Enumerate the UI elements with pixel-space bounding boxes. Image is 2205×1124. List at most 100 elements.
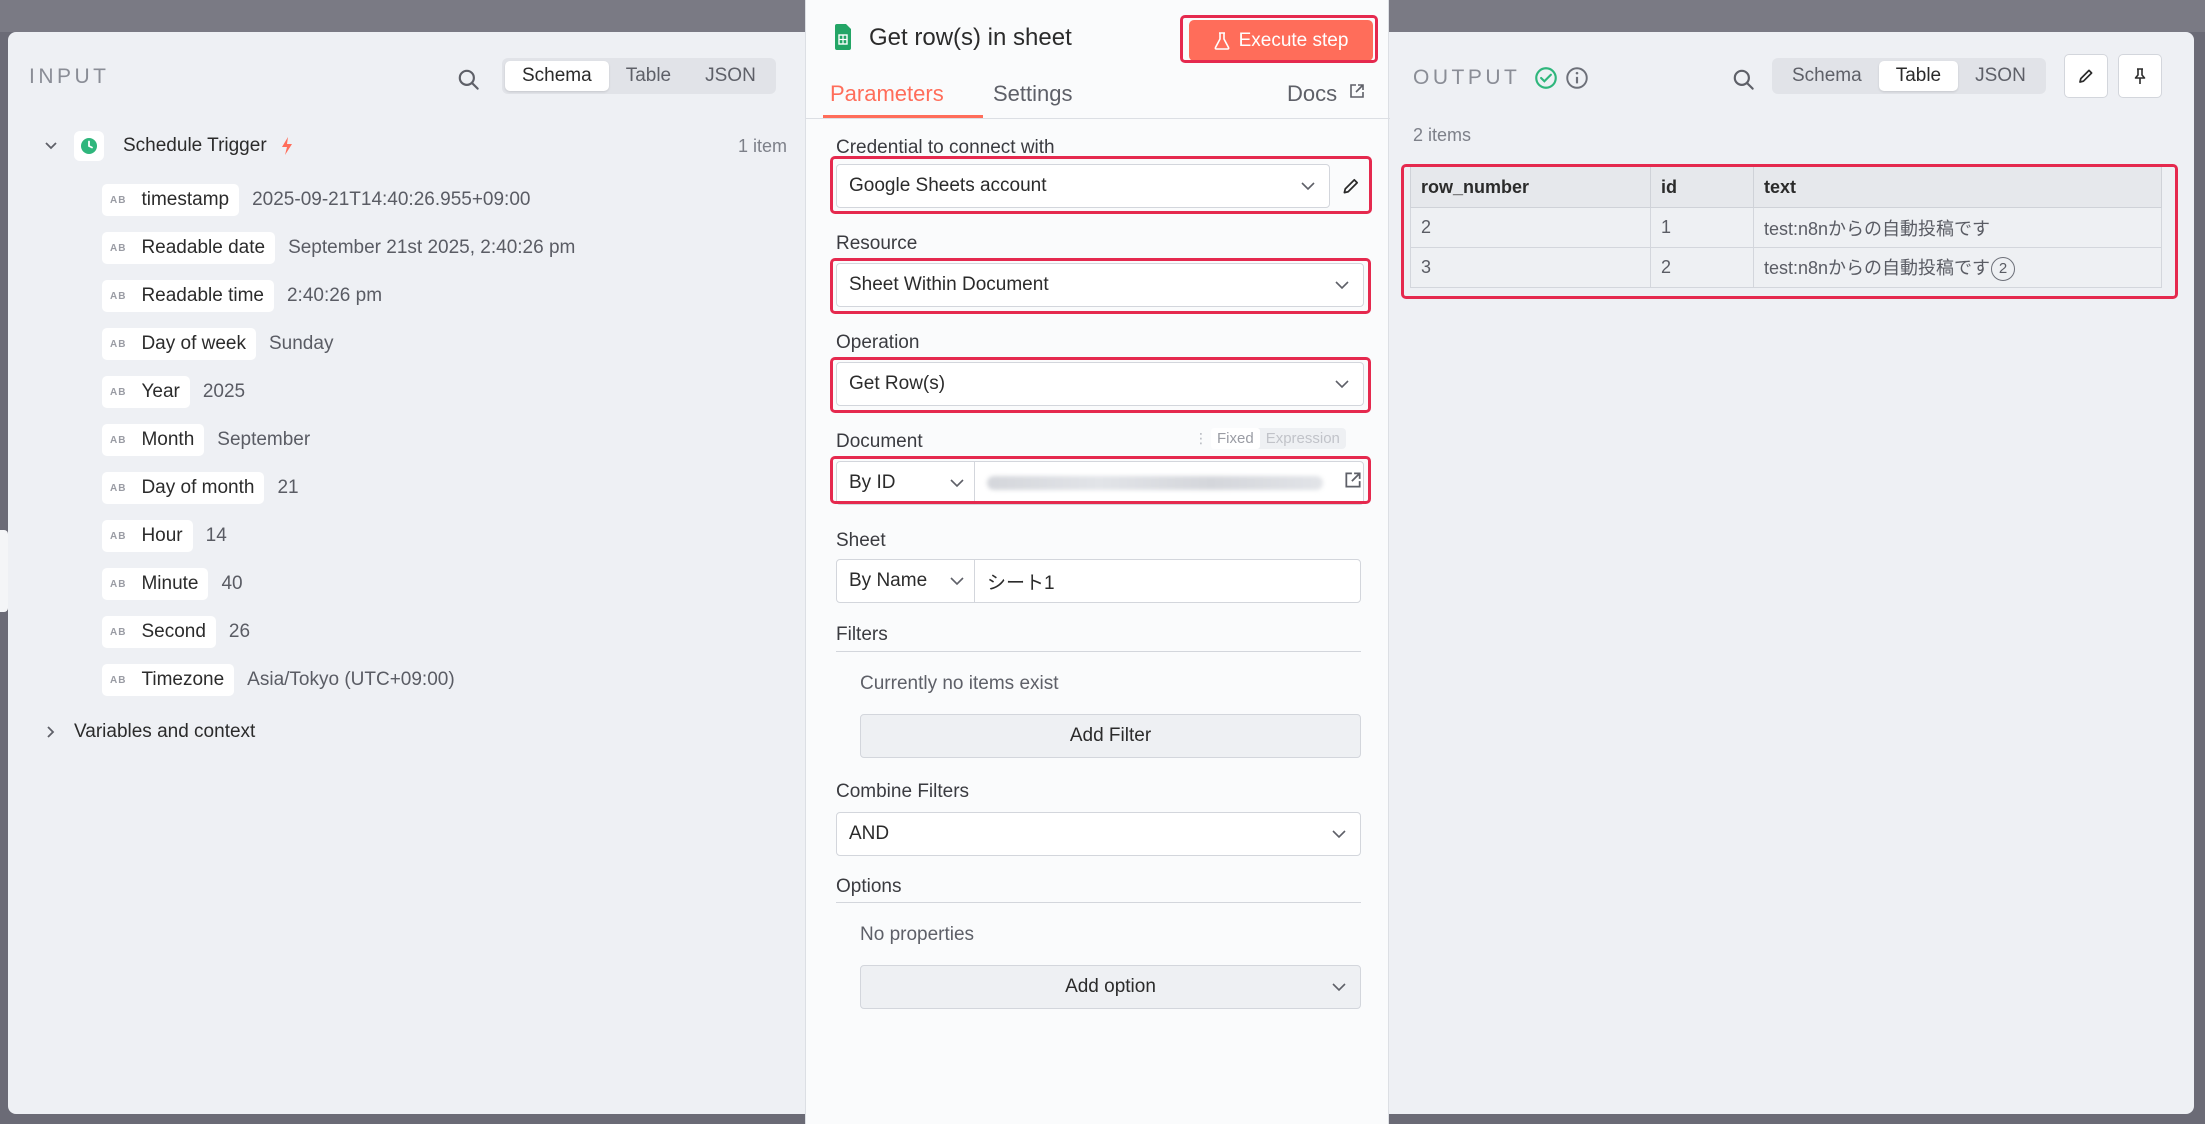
chevron-right-icon[interactable]: [43, 724, 59, 740]
info-icon[interactable]: [1564, 65, 1590, 91]
output-item-count: 2 items: [1413, 125, 1472, 145]
search-icon[interactable]: [456, 67, 482, 93]
field-type-box: AB Day of month: [102, 472, 265, 504]
input-view-table[interactable]: Table: [609, 61, 688, 91]
field-value: 14: [205, 525, 227, 546]
field-value: Sunday: [269, 333, 334, 354]
schema-field-month[interactable]: AB Month September: [102, 424, 310, 456]
field-name: timestamp: [141, 189, 230, 210]
filters-divider: [836, 651, 1361, 652]
field-type-box: AB Timezone: [102, 664, 235, 696]
field-name: Minute: [141, 573, 199, 594]
table-cell[interactable]: test:n8nからの自動投稿です 2: [1753, 247, 2162, 288]
schema-field-day-of-week[interactable]: AB Day of week Sunday: [102, 328, 333, 360]
more-options-icon[interactable]: ⋮: [1194, 430, 1208, 447]
document-label: Document: [836, 431, 923, 452]
operation-select[interactable]: Get Row(s): [836, 362, 1364, 406]
resource-select[interactable]: Sheet Within Document: [836, 263, 1364, 307]
expression-option[interactable]: Expression: [1260, 428, 1346, 449]
execute-step-button[interactable]: Execute step: [1189, 20, 1373, 61]
input-view-json[interactable]: JSON: [688, 61, 773, 91]
schema-field-timezone[interactable]: AB Timezone Asia/Tokyo (UTC+09:00): [102, 664, 455, 696]
tab-settings[interactable]: Settings: [993, 81, 1073, 107]
output-view-table[interactable]: Table: [1878, 61, 1959, 91]
fixed-expression-toggle: Fixed Expression: [1211, 428, 1346, 449]
field-value: 2025: [202, 381, 246, 402]
chevron-down-icon: [1335, 380, 1349, 389]
schema-field-hour[interactable]: AB Hour 14: [102, 520, 227, 552]
chevron-down-icon: [1335, 281, 1349, 290]
combine-filters-select[interactable]: AND: [836, 812, 1361, 856]
edit-output-button[interactable]: [2064, 54, 2108, 98]
search-icon[interactable]: [1731, 67, 1757, 93]
canvas-side-tab: [0, 530, 8, 612]
docs-link[interactable]: Docs: [1287, 81, 1337, 107]
output-view-json[interactable]: JSON: [1958, 61, 2043, 91]
output-table: row_number id text 2 1 test:n8nからの自動投稿です…: [1410, 166, 2162, 288]
field-value: September 21st 2025, 2:40:26 pm: [288, 237, 576, 258]
variables-and-context[interactable]: Variables and context: [74, 721, 255, 743]
input-view-schema[interactable]: Schema: [505, 61, 609, 91]
field-value: 26: [228, 621, 251, 642]
string-type-icon: AB: [110, 386, 127, 398]
cell-text: test:n8nからの自動投稿です: [1764, 257, 1991, 278]
credential-select[interactable]: Google Sheets account: [836, 164, 1330, 208]
chevron-down-icon: [1332, 983, 1346, 992]
column-header-text[interactable]: text: [1753, 166, 2162, 208]
tab-parameters[interactable]: Parameters: [830, 81, 944, 107]
table-cell[interactable]: 3: [1410, 247, 1651, 288]
document-id-input[interactable]: [975, 462, 1363, 504]
operation-label: Operation: [836, 332, 920, 353]
field-name: Day of month: [141, 477, 255, 498]
chevron-down-icon: [1332, 830, 1346, 839]
field-value: 2:40:26 pm: [286, 285, 383, 306]
chevron-down-icon: [950, 479, 964, 488]
fixed-option[interactable]: Fixed: [1211, 428, 1260, 449]
schema-field-second[interactable]: AB Second 26: [102, 616, 250, 648]
pin-output-button[interactable]: [2118, 54, 2162, 98]
schema-field-year[interactable]: AB Year 2025: [102, 376, 245, 408]
add-option-button[interactable]: Add option: [860, 965, 1361, 1009]
table-cell[interactable]: 2: [1650, 247, 1754, 288]
resource-value: Sheet Within Document: [849, 274, 1049, 295]
field-type-box: AB Day of week: [102, 328, 256, 360]
add-filter-button[interactable]: Add Filter: [860, 714, 1361, 758]
column-header-row-number[interactable]: row_number: [1410, 166, 1651, 208]
schema-field-readable-date[interactable]: AB Readable date September 21st 2025, 2:4…: [102, 232, 575, 264]
output-view-schema[interactable]: Schema: [1775, 61, 1879, 91]
credential-value: Google Sheets account: [849, 175, 1047, 196]
column-header-id[interactable]: id: [1650, 166, 1754, 208]
filters-label: Filters: [836, 624, 888, 645]
field-name: Day of week: [141, 333, 246, 354]
schema-field-minute[interactable]: AB Minute 40: [102, 568, 243, 600]
resource-label: Resource: [836, 233, 918, 254]
document-mode-select[interactable]: By ID: [837, 462, 975, 504]
schema-field-timestamp[interactable]: AB timestamp 2025-09-21T14:40:26.955+09:0…: [102, 184, 530, 216]
external-link-icon[interactable]: [1343, 470, 1363, 490]
table-cell[interactable]: 2: [1410, 207, 1651, 248]
field-type-box: AB Minute: [102, 568, 209, 600]
string-type-icon: AB: [110, 674, 127, 686]
string-type-icon: AB: [110, 482, 127, 494]
field-name: Year: [141, 381, 180, 402]
input-item-count: 1 item: [737, 136, 787, 156]
google-sheets-icon: [835, 24, 851, 50]
string-type-icon: AB: [110, 290, 127, 302]
table-cell[interactable]: 1: [1650, 207, 1754, 248]
node-parameters-panel: Get row(s) in sheet Execute step Paramet…: [805, 0, 1390, 1124]
field-name: Timezone: [141, 669, 225, 690]
sheet-name-input[interactable]: シート1: [975, 560, 1360, 602]
external-link-icon[interactable]: [1348, 82, 1366, 100]
field-value: Asia/Tokyo (UTC+09:00): [247, 669, 455, 690]
table-cell[interactable]: test:n8nからの自動投稿です: [1753, 207, 2162, 248]
schema-field-readable-time[interactable]: AB Readable time 2:40:26 pm: [102, 280, 382, 312]
sheet-mode-value: By Name: [849, 570, 928, 591]
filters-empty-text: Currently no items exist: [860, 673, 1059, 694]
chevron-down-icon[interactable]: [43, 138, 59, 154]
sheet-mode-select[interactable]: By Name: [837, 560, 975, 602]
flask-icon: [1214, 31, 1229, 50]
node-title[interactable]: Get row(s) in sheet: [869, 24, 1072, 52]
pencil-icon[interactable]: [1340, 175, 1362, 197]
field-value: 2025-09-21T14:40:26.955+09:00: [252, 189, 531, 210]
schema-field-day-of-month[interactable]: AB Day of month 21: [102, 472, 299, 504]
